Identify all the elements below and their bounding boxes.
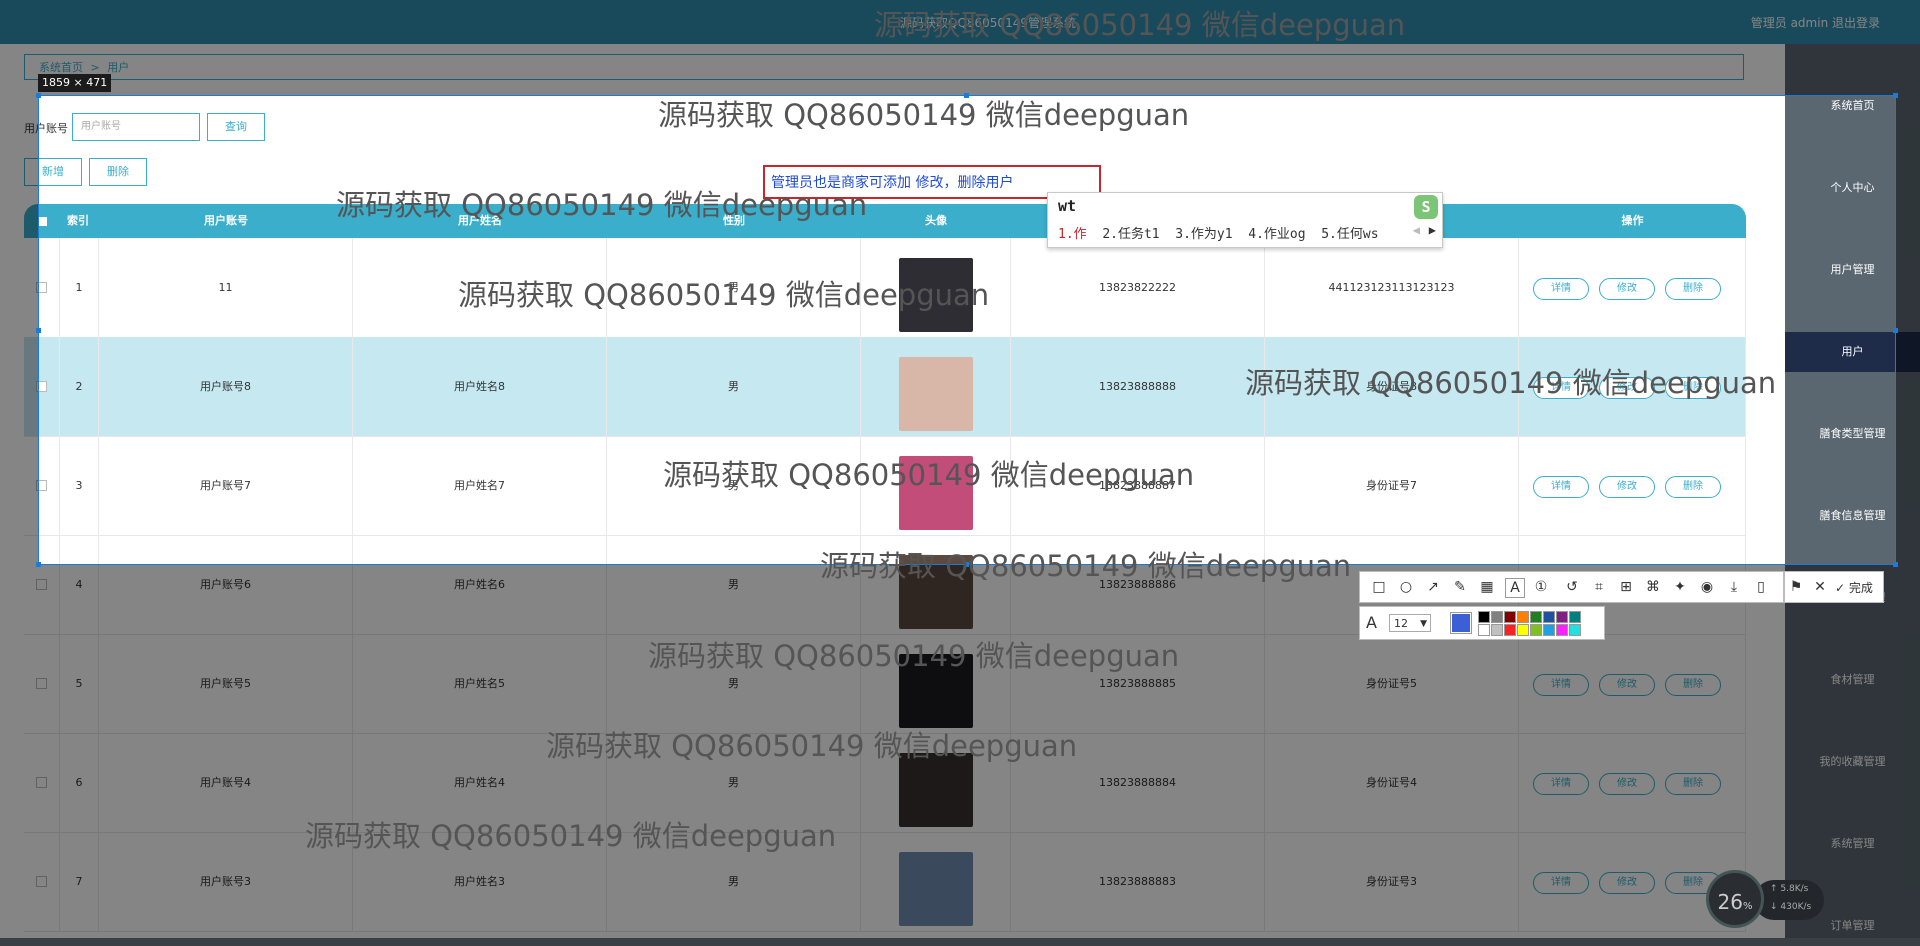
ime-candidate[interactable]: 1.作 bbox=[1058, 227, 1087, 242]
download-icon[interactable]: ⤓ bbox=[1725, 578, 1743, 596]
ime-candidate[interactable]: 4.作业og bbox=[1248, 227, 1305, 242]
ime-prev-page-icon[interactable]: ◀ bbox=[1413, 223, 1420, 237]
ime-candidate[interactable]: 3.作为y1 bbox=[1175, 227, 1232, 242]
done-label: 完成 bbox=[1848, 581, 1873, 595]
watermark-text: 源码获取 QQ86050149 微信deepguan bbox=[336, 188, 868, 222]
cpu-percent-unit: % bbox=[1742, 901, 1753, 912]
color-swatch[interactable] bbox=[1556, 624, 1568, 636]
upload-speed: 5.8 bbox=[1780, 884, 1795, 894]
resize-handle-w[interactable] bbox=[36, 328, 41, 333]
sogou-logo-icon: S bbox=[1414, 195, 1438, 219]
font-icon: A bbox=[1366, 613, 1377, 632]
long-capture-icon[interactable]: ⌘ bbox=[1644, 578, 1662, 596]
pen-tool-icon[interactable]: ✎ bbox=[1451, 578, 1469, 596]
color-swatch[interactable] bbox=[1543, 611, 1555, 623]
arrow-tool-icon[interactable]: ↗ bbox=[1424, 578, 1442, 596]
ocr-icon[interactable]: ⌗ bbox=[1590, 578, 1608, 596]
resize-handle-nw[interactable] bbox=[36, 93, 41, 98]
network-monitor: ↑ 5.8K/s ↓ 430K/s 26% bbox=[1706, 870, 1824, 932]
chevron-down-icon: ▼ bbox=[1420, 619, 1427, 629]
ime-candidate[interactable]: 2.任务t1 bbox=[1102, 227, 1159, 242]
resize-handle-ne[interactable] bbox=[1893, 93, 1898, 98]
color-swatch[interactable] bbox=[1478, 611, 1490, 623]
color-swatch[interactable] bbox=[1530, 624, 1542, 636]
watermark-text: 源码获取 QQ86050149 微信deepguan bbox=[874, 8, 1406, 42]
speed-unit: K/s bbox=[1797, 902, 1812, 912]
ime-candidate[interactable]: 5.任何ws bbox=[1321, 227, 1378, 242]
undo-icon[interactable]: ↺ bbox=[1563, 578, 1581, 596]
phone-icon[interactable]: ▯ bbox=[1752, 578, 1770, 596]
record-icon[interactable]: ◉ bbox=[1698, 578, 1716, 596]
color-swatch[interactable] bbox=[1517, 611, 1529, 623]
watermark-text: 源码获取 QQ86050149 微信deepguan bbox=[305, 819, 837, 853]
watermark-text: 源码获取 QQ86050149 微信deepguan bbox=[658, 98, 1190, 132]
bookmark-icon[interactable]: ⚑ bbox=[1787, 578, 1805, 596]
color-swatch[interactable] bbox=[1491, 611, 1503, 623]
current-color-swatch[interactable] bbox=[1450, 612, 1472, 634]
color-swatch[interactable] bbox=[1569, 611, 1581, 623]
screenshot-toolbar: □ ○ ↗ ✎ ▦ A ① ↺ ⌗ ⊞ ⌘ ✦ ◉ ⤓ ▯ bbox=[1359, 571, 1784, 603]
watermark-text: 源码获取 QQ86050149 微信deepguan bbox=[458, 278, 990, 312]
watermark-text: 源码获取 QQ86050149 微信deepguan bbox=[648, 639, 1180, 673]
mosaic-tool-icon[interactable]: ▦ bbox=[1478, 578, 1496, 596]
number-tool-icon[interactable]: ① bbox=[1532, 578, 1550, 596]
check-icon: ✓ bbox=[1835, 581, 1846, 595]
watermark-text: 源码获取 QQ86050149 微信deepguan bbox=[1245, 366, 1777, 400]
font-size-select[interactable]: 12 ▼ bbox=[1389, 614, 1431, 632]
translate-icon[interactable]: ⊞ bbox=[1617, 578, 1635, 596]
ime-next-page-icon[interactable]: ▶ bbox=[1429, 223, 1436, 237]
color-swatch[interactable] bbox=[1504, 611, 1516, 623]
ime-composition: wt bbox=[1058, 197, 1077, 215]
download-speed: 430 bbox=[1780, 902, 1798, 912]
toolbar-right-group: ⚑ ✕ ✓ 完成 bbox=[1784, 571, 1884, 603]
dim-overlay-right bbox=[1896, 95, 1920, 565]
selection-size-badge: 1859 × 471 bbox=[38, 74, 112, 92]
network-speed: ↑ 5.8K/s ↓ 430K/s bbox=[1754, 880, 1824, 920]
font-size-value: 12 bbox=[1394, 617, 1408, 630]
color-swatch[interactable] bbox=[1491, 624, 1503, 636]
resize-handle-sw[interactable] bbox=[36, 562, 41, 567]
color-swatch[interactable] bbox=[1517, 624, 1529, 636]
cpu-percent: 26 bbox=[1717, 890, 1743, 914]
watermark-text: 源码获取 QQ86050149 微信deepguan bbox=[663, 458, 1195, 492]
dim-overlay-left bbox=[0, 95, 38, 565]
watermark-text: 源码获取 QQ86050149 微信deepguan bbox=[546, 729, 1078, 763]
speed-unit: K/s bbox=[1794, 884, 1809, 894]
color-swatch[interactable] bbox=[1556, 611, 1568, 623]
watermark-text: 源码获取 QQ86050149 微信deepguan bbox=[820, 549, 1352, 583]
color-swatch[interactable] bbox=[1478, 624, 1490, 636]
color-swatch[interactable] bbox=[1504, 624, 1516, 636]
ellipse-tool-icon[interactable]: ○ bbox=[1397, 578, 1415, 596]
text-style-panel: A 12 ▼ bbox=[1359, 606, 1605, 640]
ime-candidate-window: wt S 1.作 2.任务t1 3.作为y1 4.作业og 5.任何ws ◀ ▶ bbox=[1047, 192, 1443, 248]
cpu-usage-ring[interactable]: 26% bbox=[1706, 870, 1764, 928]
color-swatch[interactable] bbox=[1543, 624, 1555, 636]
resize-handle-se[interactable] bbox=[1893, 562, 1898, 567]
text-tool-icon[interactable]: A bbox=[1505, 578, 1525, 598]
rectangle-tool-icon[interactable]: □ bbox=[1370, 578, 1388, 596]
close-icon[interactable]: ✕ bbox=[1811, 578, 1829, 596]
resize-handle-e[interactable] bbox=[1893, 328, 1898, 333]
color-swatch[interactable] bbox=[1530, 611, 1542, 623]
color-swatch[interactable] bbox=[1569, 624, 1581, 636]
ime-candidates: 1.作 2.任务t1 3.作为y1 4.作业og 5.任何ws bbox=[1058, 223, 1379, 242]
pin-icon[interactable]: ✦ bbox=[1671, 578, 1689, 596]
done-button[interactable]: ✓ 完成 bbox=[1835, 579, 1873, 596]
